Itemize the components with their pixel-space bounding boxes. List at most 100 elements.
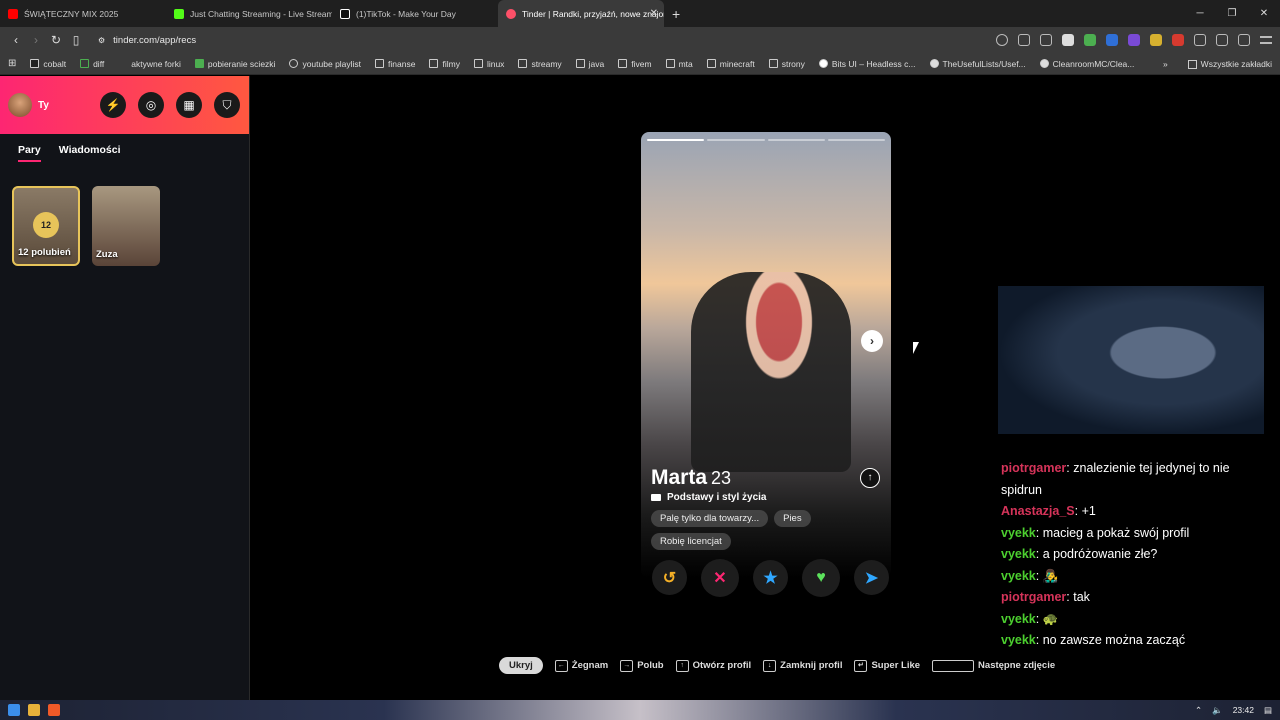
chevron-right-icon[interactable]: » xyxy=(1163,59,1168,69)
bookmark-label: CleanroomMC/Clea... xyxy=(1052,58,1135,69)
shield-icon[interactable]: ⛉ xyxy=(214,92,240,118)
tab-label: Tinder | Randki, przyjaźń, nowe znajomoś… xyxy=(522,8,664,19)
boost-icon[interactable]: ⚡ xyxy=(100,92,126,118)
extension-red-icon[interactable] xyxy=(1172,34,1184,46)
bookmark-item[interactable]: Bits UI – Headless c... xyxy=(818,59,916,69)
restore-icon[interactable]: ❐ xyxy=(1216,0,1248,27)
bookmark-folder[interactable]: fivem xyxy=(618,59,652,69)
briefcase-icon[interactable]: ▦ xyxy=(176,92,202,118)
volume-icon[interactable]: 🔈 xyxy=(1212,705,1223,716)
bookmark-folder[interactable]: java xyxy=(575,59,604,69)
boost-send-icon[interactable]: ➤ xyxy=(854,560,889,595)
url-field[interactable]: ⚙ tinder.com/app/recs xyxy=(98,35,196,46)
sidebar-toggle-icon[interactable] xyxy=(1216,34,1228,46)
tab-youtube[interactable]: ŚWIĄTECZNY MIX 2025 xyxy=(0,0,166,27)
globe-icon xyxy=(289,59,299,68)
windows-start-icon[interactable] xyxy=(8,704,20,716)
photo-indicator xyxy=(647,139,705,141)
hide-hints-button[interactable]: Ukryj xyxy=(499,657,543,674)
back-icon[interactable]: ‹ xyxy=(6,33,26,47)
bookmark-item[interactable]: aktywne forki xyxy=(118,59,181,69)
tinder-sidebar: Ty ⚡ ◎ ▦ ⛉ Pary Wiadomości 12 12 polubie… xyxy=(0,76,250,700)
extension-yellow-icon[interactable] xyxy=(1150,34,1162,46)
bookmark-folder[interactable]: mta xyxy=(665,59,693,69)
bookmark-folder[interactable]: linux xyxy=(473,58,505,69)
next-photo-icon[interactable]: › xyxy=(861,330,883,352)
like-icon[interactable]: ♥ xyxy=(802,559,840,597)
extension-purple-icon[interactable] xyxy=(1128,34,1140,46)
bookmark-favicon xyxy=(194,59,204,68)
new-tab-button[interactable]: + xyxy=(672,6,680,22)
clock[interactable]: 23:42 xyxy=(1233,705,1254,715)
extensions-puzzle-icon[interactable] xyxy=(1194,34,1206,46)
bookmark-folder[interactable]: streamy xyxy=(518,59,562,69)
share-icon[interactable] xyxy=(1040,34,1052,46)
chat-user: vyekk xyxy=(1001,568,1036,583)
apps-grid-icon[interactable]: ⊞ xyxy=(8,58,16,69)
bookmark-item[interactable]: youtube playlist xyxy=(289,59,361,69)
photo-indicator xyxy=(707,139,765,141)
likes-tile[interactable]: 12 12 polubień xyxy=(12,186,80,266)
bookmark-item[interactable]: TheUsefulLists/Usef... xyxy=(929,59,1026,69)
extension-blue-icon[interactable] xyxy=(1106,34,1118,46)
reload-icon[interactable]: ↻ xyxy=(46,33,66,47)
forward-icon[interactable]: › xyxy=(26,33,46,47)
youtube-icon xyxy=(8,8,18,19)
bookmark-icon[interactable]: ▯ xyxy=(66,33,86,47)
chat-text: : 🐢 xyxy=(1035,611,1059,626)
profile-name[interactable]: Ty xyxy=(38,100,49,111)
profile-card[interactable]: › ↑ Marta 23 Podstawy i styl życia Palę t… xyxy=(641,132,891,578)
bookmark-label: linux xyxy=(486,58,505,69)
file-explorer-icon[interactable] xyxy=(28,704,40,716)
action-buttons: ↺ ✕ ★ ♥ ➤ xyxy=(652,559,889,597)
superlike-icon[interactable]: ★ xyxy=(753,560,788,595)
folder-icon xyxy=(665,59,675,68)
tab-tinder[interactable]: Tinder | Randki, przyjaźń, nowe znajomoś… xyxy=(498,0,664,27)
bookmark-folder[interactable]: filmy xyxy=(429,59,460,69)
cast-icon[interactable] xyxy=(1018,34,1030,46)
close-tab-icon[interactable]: ✕ xyxy=(650,8,658,19)
enter-key-icon: ↵ xyxy=(854,659,868,672)
media-icon[interactable] xyxy=(1238,34,1250,46)
chat-user: piotrgamer xyxy=(1001,590,1067,604)
match-tile[interactable]: Zuza xyxy=(92,186,160,266)
nope-icon[interactable]: ✕ xyxy=(701,559,739,597)
close-window-icon[interactable]: ✕ xyxy=(1248,0,1280,27)
folder-icon xyxy=(429,59,439,68)
brave-shield-icon[interactable] xyxy=(1062,34,1074,46)
folder-icon xyxy=(618,59,628,68)
hint-label: Żegnam xyxy=(571,660,609,671)
bookmark-folder[interactable]: finanse xyxy=(375,59,415,69)
bookmark-item[interactable]: pobieranie sciezki xyxy=(194,59,275,69)
tab-messages[interactable]: Wiadomości xyxy=(59,144,121,162)
chat-user: vyekk xyxy=(1001,547,1036,561)
arrow-up-key-icon: ↑ xyxy=(675,659,689,672)
chat-message: piotrgamer: tak xyxy=(1001,587,1271,609)
tab-kick[interactable]: Just Chatting Streaming - Live Stream xyxy=(166,0,332,27)
likes-label: 12 polubień xyxy=(18,247,71,258)
keyboard-hints: Ukryj ← Żegnam → Polub ↑ Otwórz profil ↓ Zam… xyxy=(499,656,1055,675)
tinder-icon xyxy=(506,8,516,19)
all-bookmarks-label: Wszystkie zakładki xyxy=(1200,59,1272,69)
bookmark-item[interactable]: CleanroomMC/Clea... xyxy=(1039,58,1135,69)
avatar[interactable] xyxy=(8,93,32,117)
location-icon[interactable] xyxy=(996,34,1008,46)
chevron-up-icon[interactable]: ⌃ xyxy=(1195,705,1202,716)
minimize-icon[interactable]: ─ xyxy=(1184,0,1216,27)
rewind-icon[interactable]: ↺ xyxy=(652,560,687,595)
menu-icon[interactable] xyxy=(1260,36,1272,44)
bookmark-folder[interactable]: strony xyxy=(768,59,805,69)
tab-tiktok[interactable]: (1)TikTok - Make Your Day xyxy=(332,0,498,27)
open-profile-icon[interactable]: ↑ xyxy=(860,468,880,488)
notifications-icon[interactable]: ▤ xyxy=(1264,705,1272,716)
bookmark-folder[interactable]: minecraft xyxy=(706,59,755,69)
bookmark-item[interactable]: diff xyxy=(80,59,104,69)
explore-icon[interactable]: ◎ xyxy=(138,92,164,118)
window-controls: ─ ❐ ✕ xyxy=(1184,0,1280,27)
bookmark-item[interactable]: cobalt xyxy=(30,59,66,69)
extension-green-icon[interactable] xyxy=(1084,34,1096,46)
tab-matches[interactable]: Pary xyxy=(18,144,41,162)
all-bookmarks[interactable]: » Wszystkie zakładki xyxy=(1163,53,1272,75)
brave-browser-icon[interactable] xyxy=(48,704,60,716)
site-settings-icon[interactable]: ⚙ xyxy=(98,36,105,45)
